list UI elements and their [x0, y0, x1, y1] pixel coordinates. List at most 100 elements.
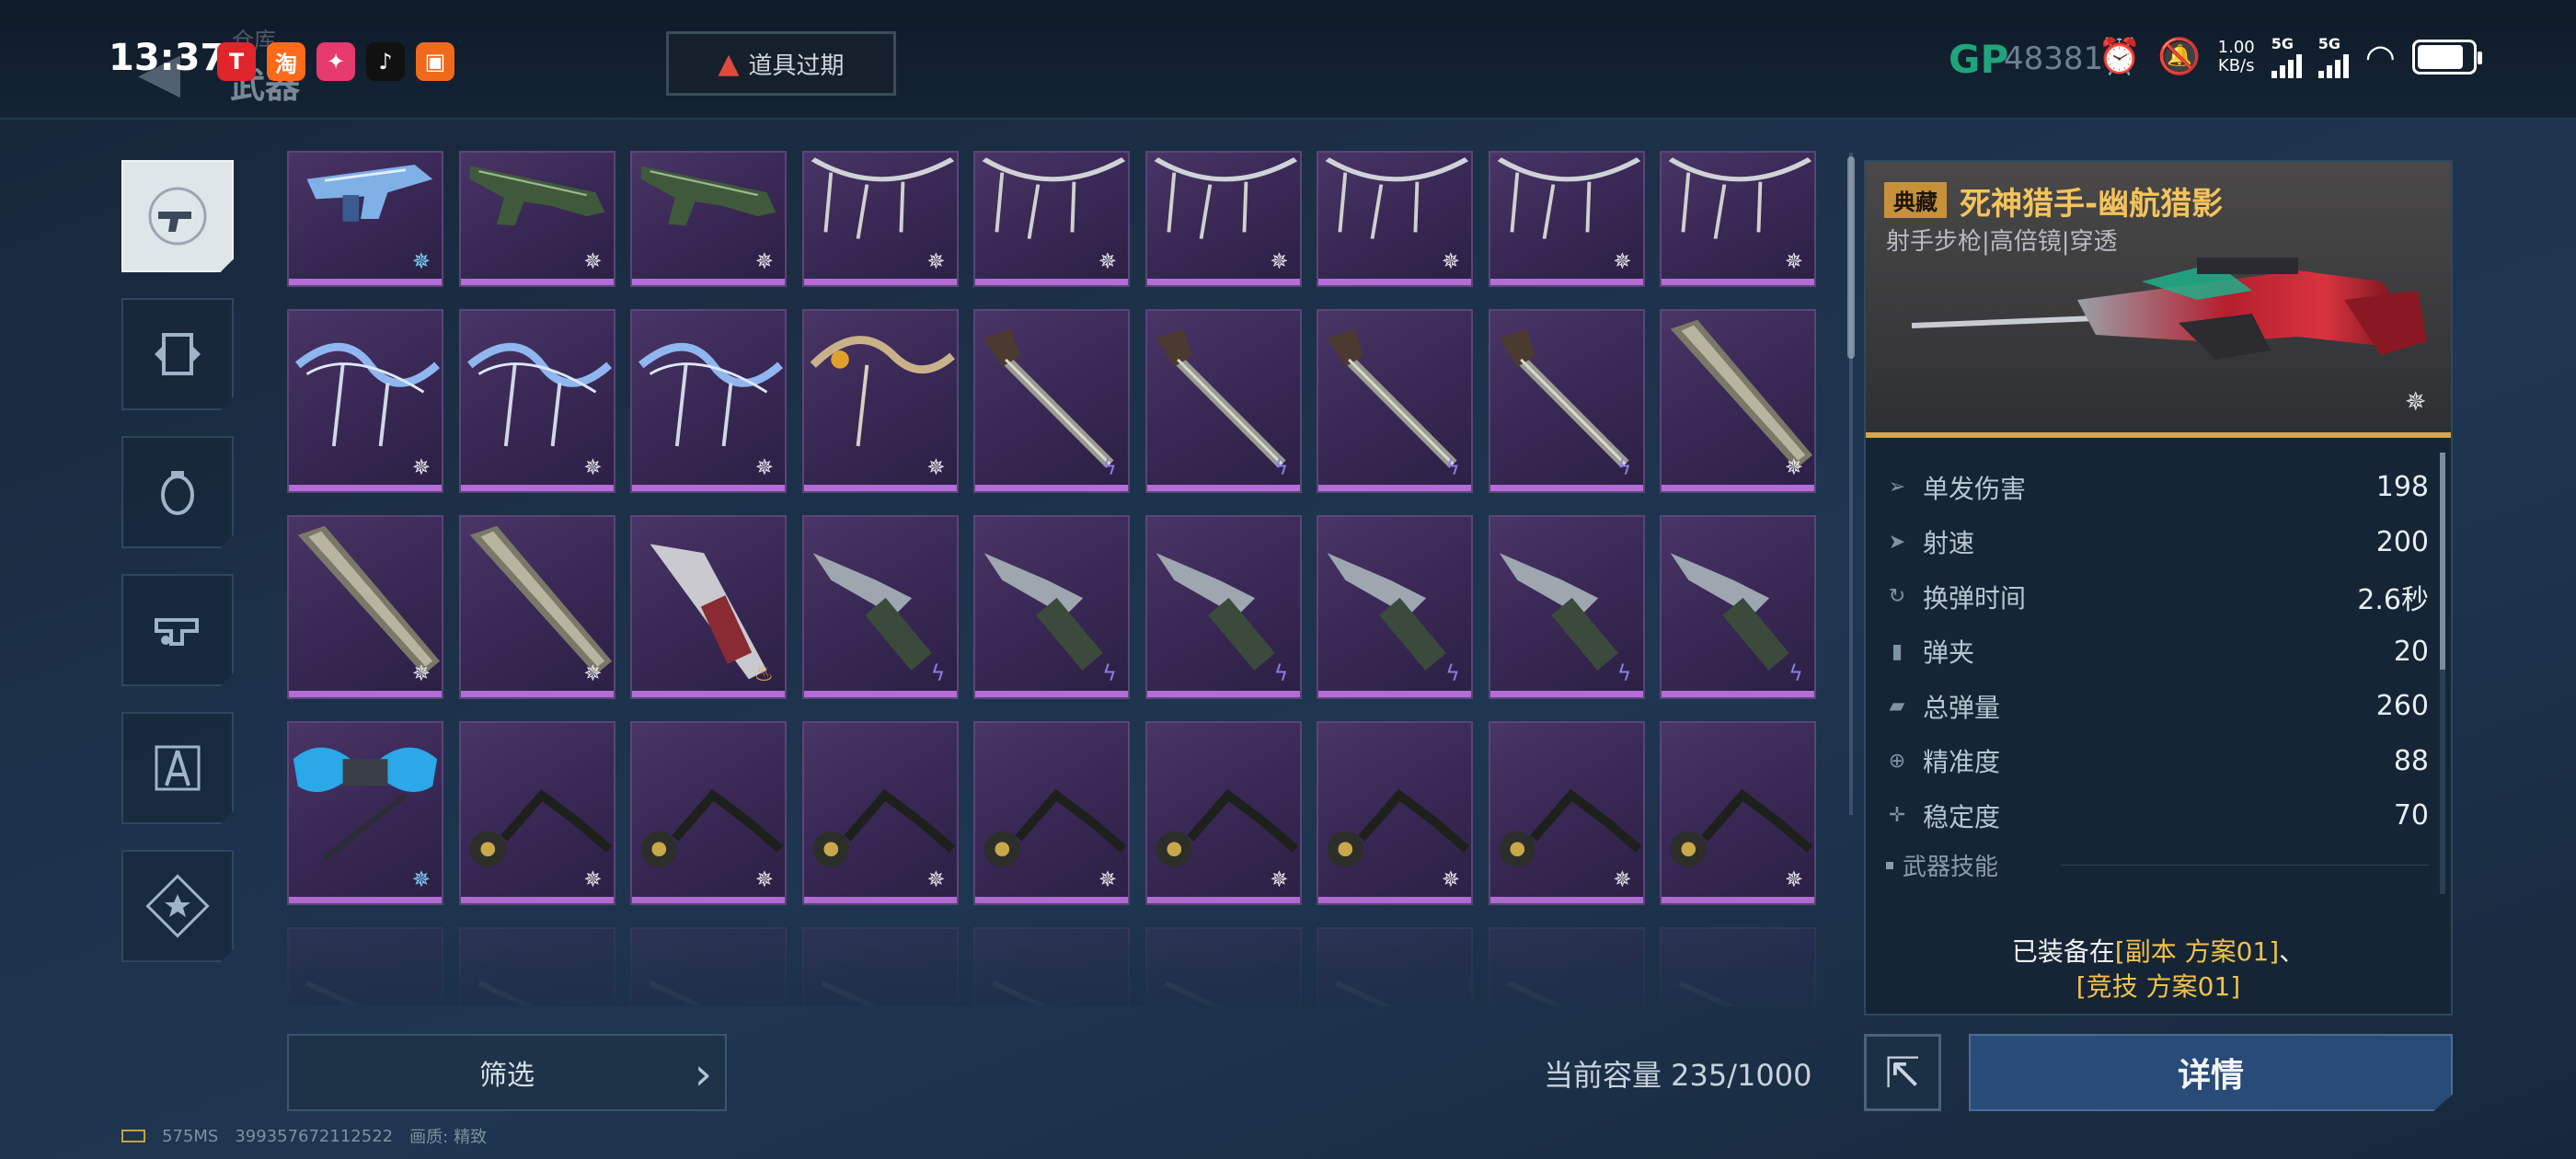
category-gun-mod[interactable]	[121, 574, 234, 686]
stat-value: 88	[2393, 744, 2429, 777]
rarity-bar	[460, 485, 614, 491]
weapon-slot[interactable]	[1488, 927, 1645, 1006]
weapon-slot[interactable]: ♨	[630, 515, 787, 699]
category-pistol[interactable]	[121, 160, 234, 272]
equipped-slot-1: [副本 方案01]	[2114, 936, 2280, 967]
weapon-slot[interactable]	[1317, 927, 1473, 1006]
weapon-slot[interactable]: ϟ	[1317, 309, 1473, 493]
weapon-slot[interactable]: ✵	[801, 309, 959, 493]
weapon-slot[interactable]	[973, 927, 1130, 1006]
weapon-slot[interactable]	[801, 927, 959, 1006]
weapon-slot[interactable]: ✵	[458, 309, 615, 493]
weapon-skill-header[interactable]: 武器技能	[1886, 848, 1998, 882]
damage-icon: ➢	[1888, 476, 1906, 499]
star-badge-icon: ✵	[1441, 248, 1460, 274]
weapon-slot[interactable]: ✵	[801, 721, 959, 905]
rarity-bar	[1146, 485, 1300, 491]
toutiao-app-icon: T	[217, 42, 256, 81]
bolt-badge-icon: ϟ	[1445, 454, 1460, 480]
weapon-slot[interactable]: ✵	[458, 515, 615, 699]
category-grenade[interactable]	[121, 436, 234, 548]
share-button[interactable]: ⇱	[1864, 1034, 1941, 1111]
weapon-slot[interactable]: ϟ	[973, 309, 1130, 493]
weapon-slot[interactable]: ✵	[801, 151, 959, 287]
weapon-slot[interactable]: ✵	[287, 515, 443, 699]
weapon-slot[interactable]: ✵	[1488, 151, 1645, 287]
stat-row: ▮ 弹夹 20	[1884, 625, 2429, 680]
weapon-slot[interactable]: ✵	[1660, 721, 1816, 905]
weapon-slot[interactable]: ϟ	[801, 515, 959, 699]
weapon-slot[interactable]: ϟ	[973, 515, 1130, 699]
weapon-slot[interactable]: ✵	[1144, 151, 1302, 287]
stat-label: 换弹时间	[1923, 582, 2027, 614]
weapon-grid-viewport[interactable]: ✵ ✵ ✵ ✵ ✵ ✵ ✵ ✵ ✵ ✵ ✵ ✵ ✵ ϟ ϟ ϟ ϟ ✵ ✵ ✵ ♨ ϟ ϟ ϟ ϟ ϟ ϟ ✵ ✵ ✵ ✵ ✵ ✵ ✵ ✵ ✵	[287, 151, 1823, 1006]
magazine-icon: ▮	[1891, 639, 1903, 663]
faded-weapon-image	[1335, 981, 1393, 1006]
faded-weapon-image	[992, 981, 1050, 1006]
detail-scrollbar-thumb[interactable]	[2440, 453, 2445, 670]
star-badge-icon: ✵	[754, 248, 774, 274]
weapon-slot[interactable]: ✵	[630, 151, 787, 287]
skill-divider	[2061, 865, 2429, 866]
weapon-slot[interactable]	[630, 927, 787, 1006]
weapon-slot[interactable]: ✵	[1144, 721, 1302, 905]
filter-button[interactable]: 筛选 ›	[287, 1034, 727, 1111]
weapon-slot[interactable]: ✵	[287, 721, 443, 905]
grid-scrollbar-thumb[interactable]	[1847, 156, 1855, 359]
faded-weapon-image	[820, 981, 879, 1006]
category-star-badge[interactable]	[121, 850, 234, 962]
weapon-slot[interactable]: ✵	[630, 309, 787, 493]
weapon-subtitle: 射手步枪|高倍镜|穿透	[1886, 228, 2118, 256]
quality-value: 精致	[454, 1128, 488, 1147]
star-badge-icon: ✵	[754, 454, 774, 480]
weapon-slot[interactable]	[1660, 927, 1816, 1006]
weapon-slot[interactable]: ϟ	[1488, 309, 1645, 493]
faded-weapon-image	[1678, 981, 1736, 1006]
weapon-slot[interactable]	[287, 927, 443, 1006]
stat-value: 70	[2393, 799, 2429, 832]
faded-weapon-image	[649, 981, 707, 1006]
star-badge-icon: ✵	[926, 248, 946, 274]
weapon-slot[interactable]: ϟ	[1144, 515, 1302, 699]
weapon-slot[interactable]	[458, 927, 615, 1006]
status-clock: 13:37	[109, 37, 226, 79]
wifi-icon: ◠	[2364, 36, 2396, 77]
rarity-bar	[632, 485, 785, 491]
weapon-slot[interactable]: ✵	[1660, 151, 1816, 287]
weapon-slot[interactable]: ✵	[1317, 721, 1473, 905]
weapon-slot[interactable]: ✵	[973, 721, 1130, 905]
sim2-label: 5G	[2317, 35, 2340, 52]
weapon-slot[interactable]: ϟ	[1317, 515, 1473, 699]
equipped-slot-2: [竞技 方案01]	[2076, 971, 2241, 1002]
rarity-bar	[1489, 897, 1643, 903]
weapon-slot[interactable]: ✵	[287, 151, 443, 287]
weapon-slot[interactable]: ✵	[1317, 151, 1473, 287]
weapon-slot[interactable]: ✵	[287, 309, 443, 493]
stat-label: 弹夹	[1923, 637, 1975, 669]
weapon-slot[interactable]: ϟ	[1488, 515, 1645, 699]
firerate-icon: ➤	[1888, 530, 1906, 554]
weapon-slot[interactable]: ✵	[1488, 721, 1645, 905]
details-button[interactable]: 详情	[1969, 1034, 2453, 1111]
weapon-slot[interactable]	[1144, 927, 1302, 1006]
mute-bell-icon: 🔕	[2157, 36, 2202, 76]
rarity-bar	[803, 897, 957, 903]
weapon-slot[interactable]: ϟ	[1144, 309, 1302, 493]
faded-weapon-image	[1163, 981, 1222, 1006]
weapon-slot[interactable]: ✵	[458, 721, 615, 905]
weapon-slot[interactable]: ✵	[973, 151, 1130, 287]
rarity-bar	[975, 279, 1128, 285]
category-scroll[interactable]	[121, 298, 234, 410]
weapon-grid: ✵ ✵ ✵ ✵ ✵ ✵ ✵ ✵ ✵ ✵ ✵ ✵ ✵ ϟ ϟ ϟ ϟ ✵ ✵ ✵ ♨ ϟ ϟ ϟ ϟ ϟ ϟ ✵ ✵ ✵ ✵ ✵ ✵ ✵ ✵ ✵	[287, 151, 1823, 1006]
weapon-slot[interactable]: ✵	[630, 721, 787, 905]
expired-items-button[interactable]: ▲ 道具过期	[666, 31, 896, 96]
category-compass-tool[interactable]	[121, 712, 234, 824]
weapon-slot[interactable]: ✵	[458, 151, 615, 287]
stat-row: ⊕ 精准度 88	[1884, 734, 2429, 789]
rarity-bar	[975, 691, 1128, 697]
star-badge-icon: ✵	[1613, 866, 1632, 892]
battery-fill	[2417, 44, 2464, 69]
weapon-slot[interactable]: ϟ	[1660, 515, 1816, 699]
gp-currency-icon: GP	[1949, 37, 2009, 82]
weapon-slot[interactable]: ✵	[1660, 309, 1816, 493]
